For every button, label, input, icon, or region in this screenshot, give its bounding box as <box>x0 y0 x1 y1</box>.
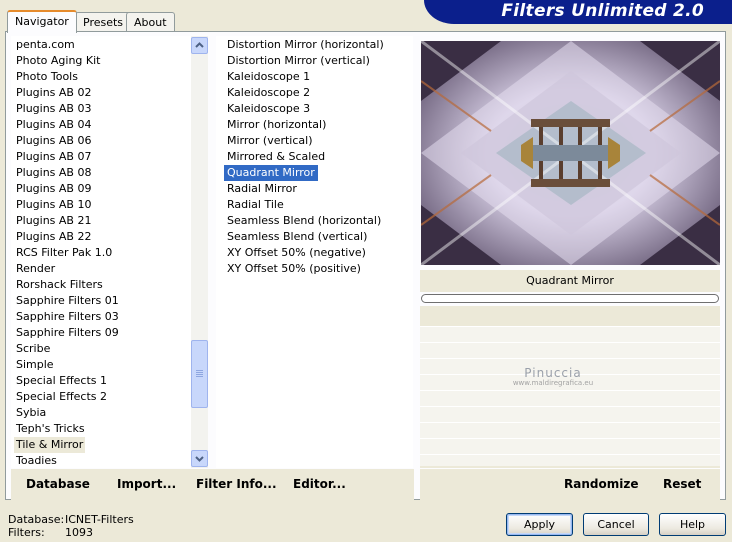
filter-item[interactable]: Mirror (horizontal) <box>224 117 329 133</box>
database-button[interactable]: Database <box>26 477 90 491</box>
category-item[interactable]: Rorshack Filters <box>14 277 105 293</box>
category-item[interactable]: Plugins AB 02 <box>14 85 93 101</box>
category-scrollbar[interactable] <box>191 36 208 468</box>
scroll-up-button[interactable] <box>191 37 208 54</box>
status-filters: Filters: 1093 <box>8 526 93 539</box>
filter-item[interactable]: Kaleidoscope 2 <box>224 85 313 101</box>
filter-item[interactable]: Distortion Mirror (vertical) <box>224 53 373 69</box>
filter-preview-image <box>421 41 720 265</box>
chevron-down-icon <box>195 456 204 462</box>
filter-item[interactable]: Seamless Blend (horizontal) <box>224 213 384 229</box>
filter-list[interactable]: Distortion Mirror (horizontal) Distortion… <box>216 36 413 468</box>
filter-item[interactable]: Quadrant Mirror <box>224 165 318 181</box>
category-item[interactable]: Photo Aging Kit <box>14 53 102 69</box>
category-list[interactable]: penta.com Photo Aging Kit Photo Tools Plugi… <box>11 36 191 468</box>
category-item[interactable]: Special Effects 2 <box>14 389 109 405</box>
category-item[interactable]: Toadies <box>14 453 59 468</box>
category-item[interactable]: Scribe <box>14 341 52 357</box>
filter-item[interactable]: XY Offset 50% (negative) <box>224 245 369 261</box>
category-item[interactable]: Plugins AB 21 <box>14 213 93 229</box>
category-item[interactable]: Plugins AB 22 <box>14 229 93 245</box>
status-database: Database:ICNET-Filters <box>8 513 134 526</box>
apply-button[interactable]: Apply <box>506 513 573 536</box>
tab-presets[interactable]: Presets <box>75 12 132 32</box>
category-item[interactable]: Plugins AB 08 <box>14 165 93 181</box>
category-item[interactable]: Plugins AB 04 <box>14 117 93 133</box>
app-title: Filters Unlimited 2.0 <box>501 1 704 21</box>
filters-count: 1093 <box>65 526 93 539</box>
filter-item[interactable]: Radial Mirror <box>224 181 300 197</box>
scroll-thumb[interactable] <box>191 340 208 408</box>
category-item[interactable]: RCS Filter Pak 1.0 <box>14 245 114 261</box>
filter-item[interactable]: Kaleidoscope 1 <box>224 69 313 85</box>
cancel-button[interactable]: Cancel <box>583 513 649 536</box>
tab-navigator[interactable]: Navigator <box>7 10 77 33</box>
import-button[interactable]: Import... <box>117 477 176 491</box>
category-item[interactable]: penta.com <box>14 37 77 53</box>
filter-item[interactable]: Mirrored & Scaled <box>224 149 328 165</box>
category-item[interactable]: Teph's Tricks <box>14 421 87 437</box>
filter-item[interactable]: Radial Tile <box>224 197 287 213</box>
watermark-url: www.maldiregrafica.eu <box>512 379 594 387</box>
category-item[interactable]: Simple <box>14 357 56 373</box>
tab-about[interactable]: About <box>126 12 175 32</box>
category-item[interactable]: Sapphire Filters 09 <box>14 325 121 341</box>
category-item[interactable]: Plugins AB 09 <box>14 181 93 197</box>
category-item[interactable]: Photo Tools <box>14 69 80 85</box>
category-item[interactable]: Tile & Mirror <box>14 437 86 453</box>
category-item[interactable]: Plugins AB 06 <box>14 133 93 149</box>
parameters-area <box>420 306 720 468</box>
category-item[interactable]: Sapphire Filters 03 <box>14 309 121 325</box>
category-item[interactable]: Plugins AB 03 <box>14 101 93 117</box>
category-item[interactable]: Plugins AB 10 <box>14 197 93 213</box>
category-item[interactable]: Render <box>14 261 57 277</box>
filter-item[interactable]: Mirror (vertical) <box>224 133 316 149</box>
title-banner: Filters Unlimited 2.0 <box>424 0 732 24</box>
reset-button[interactable]: Reset <box>663 477 701 491</box>
parameter-slider[interactable] <box>421 294 719 303</box>
database-value: ICNET-Filters <box>65 513 134 526</box>
category-item[interactable]: Sybia <box>14 405 48 421</box>
chevron-up-icon <box>195 42 204 48</box>
category-item[interactable]: Plugins AB 07 <box>14 149 93 165</box>
category-item[interactable]: Special Effects 1 <box>14 373 109 389</box>
filter-item[interactable]: Seamless Blend (vertical) <box>224 229 370 245</box>
filter-info-button[interactable]: Filter Info... <box>196 477 277 491</box>
filter-item[interactable]: XY Offset 50% (positive) <box>224 261 364 277</box>
watermark-title: Pinuccia <box>524 366 582 380</box>
filter-item[interactable]: Distortion Mirror (horizontal) <box>224 37 387 53</box>
editor-button[interactable]: Editor... <box>293 477 346 491</box>
watermark: Pinuccia www.maldiregrafica.eu <box>503 366 603 387</box>
scroll-down-button[interactable] <box>191 450 208 467</box>
filter-item[interactable]: Kaleidoscope 3 <box>224 101 313 117</box>
preview-filter-name: Quadrant Mirror <box>420 270 720 292</box>
help-button[interactable]: Help <box>659 513 726 536</box>
category-item[interactable]: Sapphire Filters 01 <box>14 293 121 309</box>
randomize-button[interactable]: Randomize <box>564 477 638 491</box>
